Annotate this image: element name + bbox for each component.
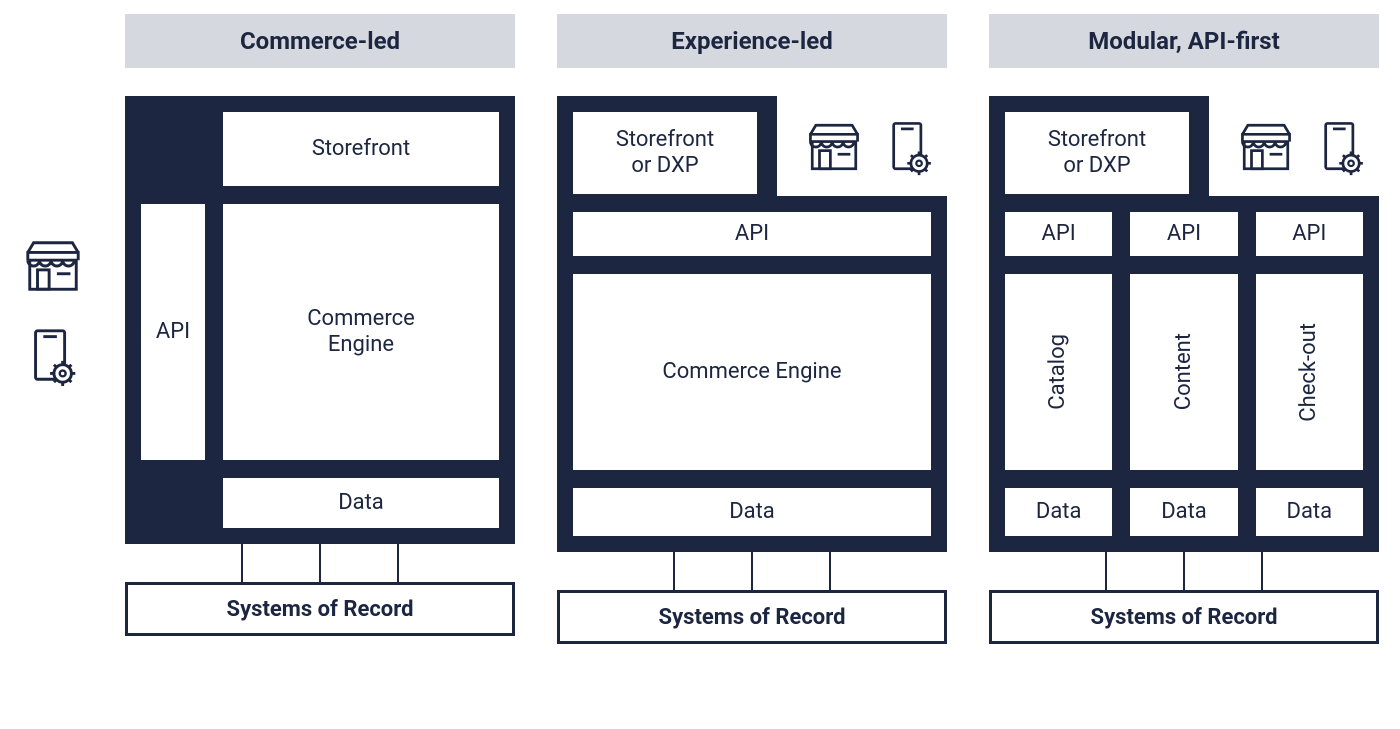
systems-of-record-box: Systems of Record (125, 582, 515, 636)
storefront-box: Storefrontor DXP (571, 110, 759, 196)
storefront-box: Storefront (221, 110, 501, 188)
module-name: Content (1171, 333, 1197, 410)
module-unit: API Catalog Data (1003, 210, 1114, 538)
column-title: Modular, API-first (989, 14, 1379, 68)
api-box: API (1003, 210, 1114, 258)
external-icons-left (22, 235, 92, 387)
column-title: Commerce-led (125, 14, 515, 68)
data-box: Data (221, 476, 501, 530)
api-box: API (1254, 210, 1365, 258)
column-title: Experience-led (557, 14, 947, 68)
storefront-icon (1237, 110, 1295, 184)
api-box: API (139, 202, 207, 462)
column-experience-led: Experience-led Storefrontor DXP API Comm… (557, 14, 947, 644)
module-name: Catalog (1045, 334, 1071, 410)
device-gear-icon (1313, 110, 1371, 184)
connectors (635, 552, 869, 590)
api-box: API (571, 210, 933, 258)
api-box: API (1128, 210, 1239, 258)
device-gear-icon (881, 110, 939, 184)
diagram-stage: Commerce-led Storefront API CommerceEngi… (125, 14, 1380, 644)
external-icons (805, 110, 939, 184)
storefront-icon (805, 110, 863, 184)
data-box: Data (1003, 486, 1114, 538)
storefront-icon (22, 235, 84, 297)
connectors (1067, 552, 1301, 590)
column-commerce-led: Commerce-led Storefront API CommerceEngi… (125, 14, 515, 644)
data-box: Data (571, 486, 933, 538)
architecture-stack: Storefront API CommerceEngine Data (125, 96, 515, 544)
module-name: Check-out (1296, 323, 1322, 422)
connectors (203, 544, 437, 582)
data-box: Data (1254, 486, 1365, 538)
device-gear-icon (22, 325, 84, 387)
systems-of-record-box: Systems of Record (989, 590, 1379, 644)
storefront-box: Storefrontor DXP (1003, 110, 1191, 196)
module-unit: API Check-out Data (1254, 210, 1365, 538)
commerce-engine-box: Commerce Engine (571, 272, 933, 472)
commerce-engine-box: CommerceEngine (221, 202, 501, 462)
column-modular-api-first: Modular, API-first Storefrontor DXP API … (989, 14, 1379, 644)
external-icons (1237, 110, 1371, 184)
data-box: Data (1128, 486, 1239, 538)
systems-of-record-box: Systems of Record (557, 590, 947, 644)
module-unit: API Content Data (1128, 210, 1239, 538)
